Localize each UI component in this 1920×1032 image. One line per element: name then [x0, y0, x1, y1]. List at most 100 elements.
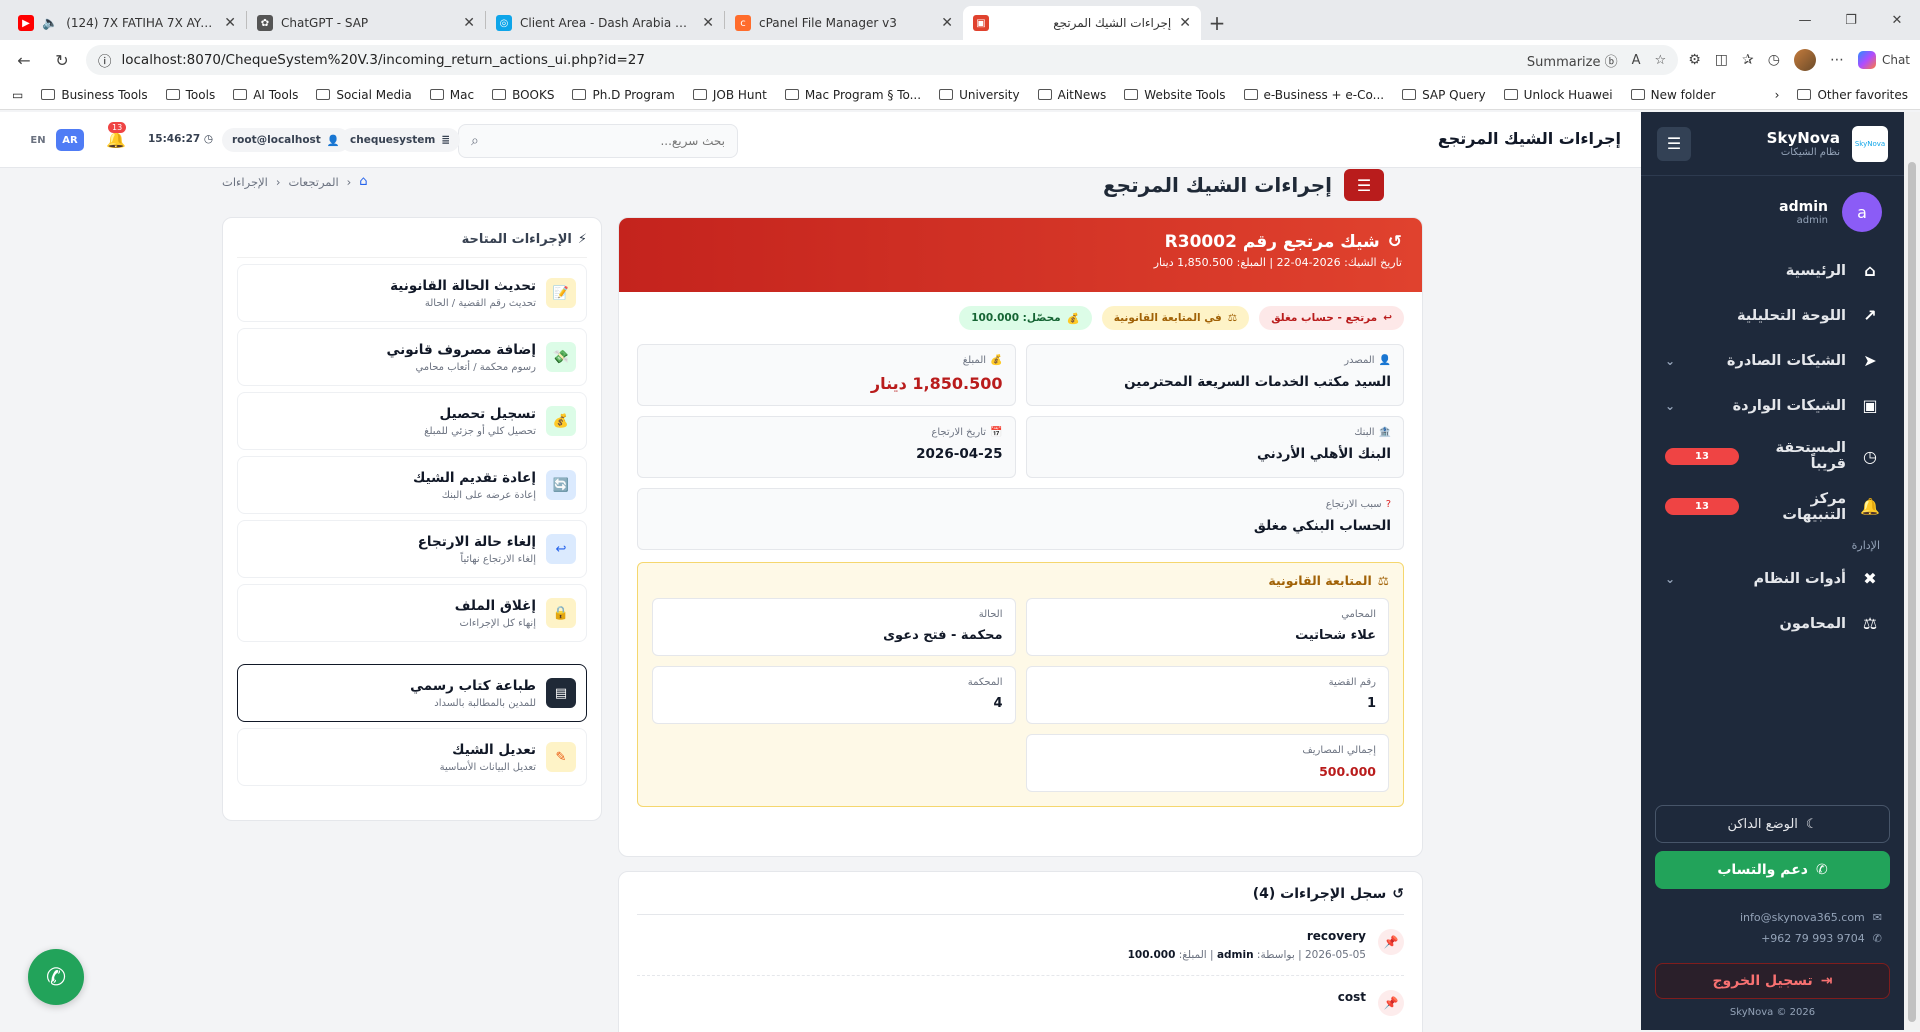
bookmark-folder[interactable]: AitNews [1037, 88, 1106, 102]
sidebar-item-outgoing[interactable]: ➤ الشيكات الصادرة ⌄ [1655, 338, 1890, 383]
bookmark-folder[interactable]: AI Tools [233, 88, 298, 102]
pin-icon: 📌 [1378, 929, 1404, 955]
resubmit-cheque-button[interactable]: 🔄 إعادة تقديم الشيك إعادة عرضه على البنك [237, 456, 587, 514]
close-file-button[interactable]: 🔒 إغلاق الملف إنهاء كل الإجراءات [237, 584, 587, 642]
browser-tab[interactable]: ◎ Client Area - Dash Arabia Cloud Se ✕ [486, 6, 724, 40]
sidebar-item-due-soon[interactable]: ◷ المستحقة قريباً 13 [1655, 428, 1890, 484]
sidebar-item-analytics[interactable]: ↗ اللوحة التحليلية [1655, 293, 1890, 338]
close-window-icon[interactable]: ✕ [1874, 0, 1920, 40]
reading-list-icon[interactable]: ▭ [12, 88, 23, 102]
action-subtitle: للمدين بالمطالبة بالسداد [434, 697, 536, 709]
whatsapp-support-button[interactable]: ✆ دعم والتساب [1655, 851, 1890, 889]
cancel-return-button[interactable]: ↩ إلغاء حالة الارتجاع إلغاء الارتجاع نهائ… [237, 520, 587, 578]
scrollbar-thumb[interactable] [1908, 162, 1916, 1022]
bookmark-folder[interactable]: JOB Hunt [692, 88, 767, 102]
action-title: تحديث الحالة القانونية [390, 277, 536, 294]
extensions-icon[interactable]: ⚙ [1688, 52, 1701, 68]
bookmark-folder[interactable]: Unlock Huawei [1503, 88, 1613, 102]
speaker-icon[interactable]: 🔈 [42, 16, 58, 31]
bookmark-folder[interactable]: e-Business + e-Co... [1243, 88, 1384, 102]
back-icon[interactable]: ← [10, 46, 38, 74]
hamburger-menu-icon[interactable]: ☰ [1657, 126, 1691, 161]
search-input[interactable] [478, 134, 725, 148]
sidebar-item-label: أدوات النظام [1753, 570, 1846, 587]
restore-icon[interactable]: ❐ [1828, 0, 1874, 40]
home-icon[interactable]: ⌂ [359, 174, 367, 189]
bookmark-folder[interactable]: Social Media [316, 88, 412, 102]
lang-en-button[interactable]: EN [26, 129, 50, 151]
add-legal-cost-button[interactable]: 💸 إضافة مصروف قانوني رسوم محكمة / أتعاب م… [237, 328, 587, 386]
status-tags: ↩ مرتجع - حساب مغلق ⚖ في المتابعة القانوني… [619, 292, 1422, 344]
chevron-right-icon[interactable]: › [1775, 88, 1780, 102]
close-tab-icon[interactable]: ✕ [702, 15, 714, 31]
logout-button[interactable]: ⇥ تسجيل الخروج [1655, 963, 1890, 999]
lang-ar-button[interactable]: AR [56, 129, 84, 151]
split-screen-icon[interactable]: ◫ [1715, 52, 1728, 68]
favorite-star-icon[interactable]: ☆ [1655, 53, 1667, 68]
browser-tab[interactable]: ▶ 🔈 (124) 7X FATIHA 7X AYATUL KURSI ✕ [8, 6, 246, 40]
notifications-bell[interactable]: 🔔 13 [106, 122, 128, 152]
page-heading: ☰ إجراءات الشيك المرتجع [1103, 169, 1384, 201]
bookmark-folder[interactable]: SAP Query [1402, 88, 1486, 102]
lock-icon: 🔒 [546, 598, 576, 628]
close-tab-icon[interactable]: ✕ [941, 15, 953, 31]
sidebar-item-system-tools[interactable]: ✖ أدوات النظام ⌄ [1655, 556, 1890, 601]
bookmark-folder[interactable]: Ph.D Program [572, 88, 675, 102]
close-tab-icon[interactable]: ✕ [1179, 15, 1191, 31]
dark-mode-button[interactable]: ☾ الوضع الداكن [1655, 805, 1890, 843]
log-amount: 100.000 [1127, 949, 1176, 961]
bookmark-folder[interactable]: Mac [429, 88, 474, 102]
total-costs-field: إجمالي المصاريف 500.000 [1025, 734, 1389, 792]
reload-icon[interactable]: ↻ [48, 46, 76, 74]
bookmark-folder[interactable]: University [939, 88, 1020, 102]
inbox-icon: ▣ [1862, 396, 1878, 415]
breadcrumb-returns[interactable]: المرتجعات [288, 175, 338, 189]
sidebar-item-home[interactable]: ⌂ الرئيسية [1655, 248, 1890, 293]
close-tab-icon[interactable]: ✕ [463, 15, 475, 31]
browser-tab-active[interactable]: ▣ إجراءات الشيك المرتجع ✕ [963, 6, 1201, 40]
browser-tab[interactable]: c cPanel File Manager v3 ✕ [725, 6, 963, 40]
sidebar-item-incoming[interactable]: ▣ الشيكات الواردة ⌄ [1655, 383, 1890, 428]
print-official-letter-button[interactable]: ▤ طباعة كتاب رسمي للمدين بالمطالبة بالسدا… [237, 664, 587, 722]
log-date: 2026-05-05 [1304, 949, 1366, 961]
new-tab-button[interactable]: + [1201, 6, 1233, 40]
field-value: محكمة - فتح دعوى [883, 628, 1003, 643]
bookmark-folder[interactable]: Website Tools [1124, 88, 1226, 102]
legal-badge-label: في المتابعة القانونية [1113, 312, 1222, 324]
url-field[interactable]: ⓘ localhost:8070/ChequeSystem%20V.3/inco… [86, 45, 1679, 75]
field-value: الحساب البنكي مغلق [1253, 518, 1391, 534]
history-icon[interactable]: ◷ [1768, 52, 1780, 68]
window-controls: — ❐ ✕ [1782, 0, 1920, 40]
bookmark-folder[interactable]: Mac Program § To... [784, 88, 921, 102]
sidebar-item-lawyers[interactable]: ⚖ المحامون [1655, 601, 1890, 646]
resubmit-icon: 🔄 [546, 470, 576, 500]
close-tab-icon[interactable]: ✕ [224, 15, 236, 31]
breadcrumb: ⌂ ‹ المرتجعات ‹ الإجراءات [222, 174, 368, 189]
bookmark-folder[interactable]: New folder [1630, 88, 1715, 102]
minimize-icon[interactable]: — [1782, 0, 1828, 40]
bookmark-label: Business Tools [61, 87, 148, 102]
sidebar-item-notifications[interactable]: 🔔 مركز التنبيهات 13 [1655, 484, 1890, 529]
status-badge-label: مرتجع - حساب مغلق [1271, 312, 1378, 324]
info-icon[interactable]: ⓘ [98, 50, 112, 70]
log-action: cost [1337, 990, 1366, 1004]
more-icon[interactable]: ⋯ [1830, 52, 1844, 68]
bookmark-folder[interactable]: BOOKS [492, 88, 554, 102]
browser-tab[interactable]: ✿ ChatGPT - SAP ✕ [247, 6, 485, 40]
profile-avatar[interactable] [1793, 49, 1816, 71]
whatsapp-float-button[interactable]: ✆ [28, 949, 84, 1005]
bookmark-label: AI Tools [253, 87, 299, 102]
bookmark-folder[interactable]: Tools [165, 88, 215, 102]
bookmark-folder[interactable]: Business Tools [41, 87, 148, 102]
tab-title: ChatGPT - SAP [281, 16, 369, 30]
other-favorites[interactable]: Other favorites [1797, 88, 1908, 102]
update-legal-status-button[interactable]: 📝 تحديث الحالة القانونية تحديث رقم القضية… [237, 264, 587, 322]
page-scrollbar[interactable] [1904, 112, 1920, 1030]
favorites-icon[interactable]: ✰ [1742, 52, 1754, 68]
edit-cheque-button[interactable]: ✎ تعديل الشيك تعديل البيانات الأساسية [237, 728, 587, 786]
copilot-chat-button[interactable]: Chat [1857, 51, 1910, 69]
url-text: localhost:8070/ChequeSystem%20V.3/incomi… [121, 52, 645, 68]
record-collection-button[interactable]: 💰 تسجيل تحصيل تحصيل كلي أو جزئي للمبلغ [237, 392, 587, 450]
summarize-button[interactable]: Summarize ⓑ [1527, 51, 1618, 70]
read-aloud-icon[interactable]: A [1632, 53, 1641, 68]
